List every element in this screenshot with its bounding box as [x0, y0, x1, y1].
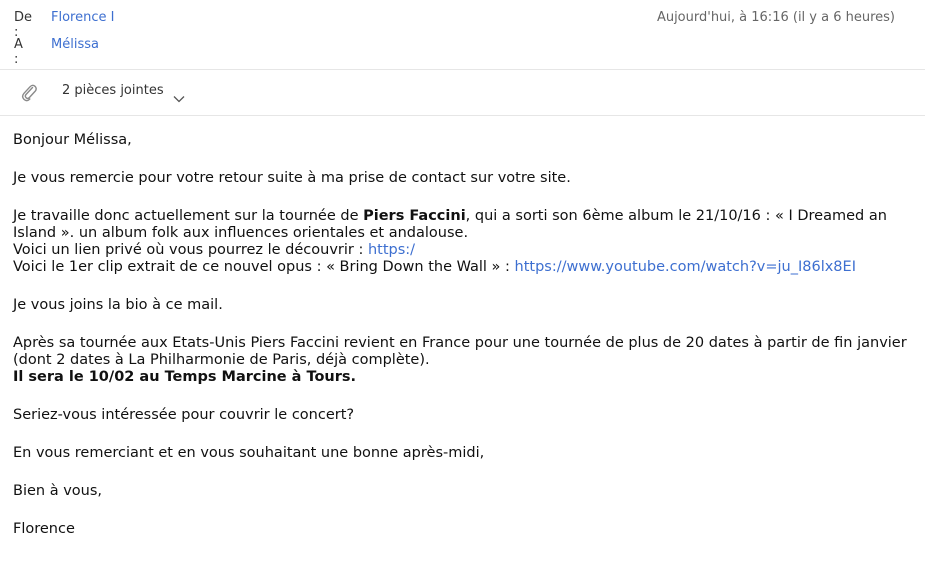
attachments-divider: [0, 115, 925, 116]
to-label: A :: [14, 37, 23, 67]
paragraph-thanks: Je vous remercie pour votre retour suite…: [13, 170, 571, 186]
paragraph-question: Seriez-vous intéressée pour couvrir le c…: [13, 407, 355, 423]
paperclip-icon: [20, 82, 38, 102]
tour-text-after: , qui a sorti son 6ème album le 21/10/16…: [465, 208, 887, 224]
from-label: De :: [14, 10, 33, 40]
paragraph-private-link: Voici un lien privé où vous pourrez le d…: [13, 242, 913, 259]
paragraph-bio: Je vous joins la bio à ce mail.: [13, 297, 223, 313]
attachments-bar[interactable]: 2 pièces jointes: [0, 70, 925, 114]
paragraph-tour-line1: Je travaille donc actuellement sur la to…: [13, 208, 913, 225]
signature: Florence: [13, 521, 75, 537]
message-body: Bonjour Mélissa, Je vous remercie pour v…: [13, 132, 913, 538]
artist-name: Piers Faccini: [363, 208, 466, 224]
attachments-count[interactable]: 2 pièces jointes: [62, 83, 164, 98]
paragraph-tour-dates-line1: Après sa tournée aux Etats-Unis Piers Fa…: [13, 335, 907, 351]
paragraph-tour-dates-line2: (dont 2 dates à La Philharmonie de Paris…: [13, 352, 430, 368]
paragraph-concert-date: Il sera le 10/02 au Temps Marcine à Tour…: [13, 369, 357, 385]
closing: Bien à vous,: [13, 483, 102, 499]
to-recipient[interactable]: Mélissa: [51, 37, 99, 52]
paragraph-tour-line2: Island ». un album folk aux influences o…: [13, 225, 469, 241]
youtube-link[interactable]: https://www.youtube.com/watch?v=ju_I86lx…: [515, 259, 856, 275]
private-link-text: Voici un lien privé où vous pourrez le d…: [13, 242, 368, 258]
chevron-down-icon[interactable]: [173, 88, 185, 103]
paragraph-thanks-closing: En vous remerciant et en vous souhaitant…: [13, 445, 485, 461]
from-sender[interactable]: Florence I: [51, 10, 114, 25]
paragraph-clip-link: Voici le 1er clip extrait de ce nouvel o…: [13, 259, 913, 276]
clip-link-text: Voici le 1er clip extrait de ce nouvel o…: [13, 259, 515, 275]
message-date: Aujourd'hui, à 16:16 (il y a 6 heures): [656, 10, 895, 25]
private-link[interactable]: https:/: [368, 242, 415, 258]
greeting: Bonjour Mélissa,: [13, 132, 132, 148]
tour-text-before: Je travaille donc actuellement sur la to…: [13, 208, 364, 224]
